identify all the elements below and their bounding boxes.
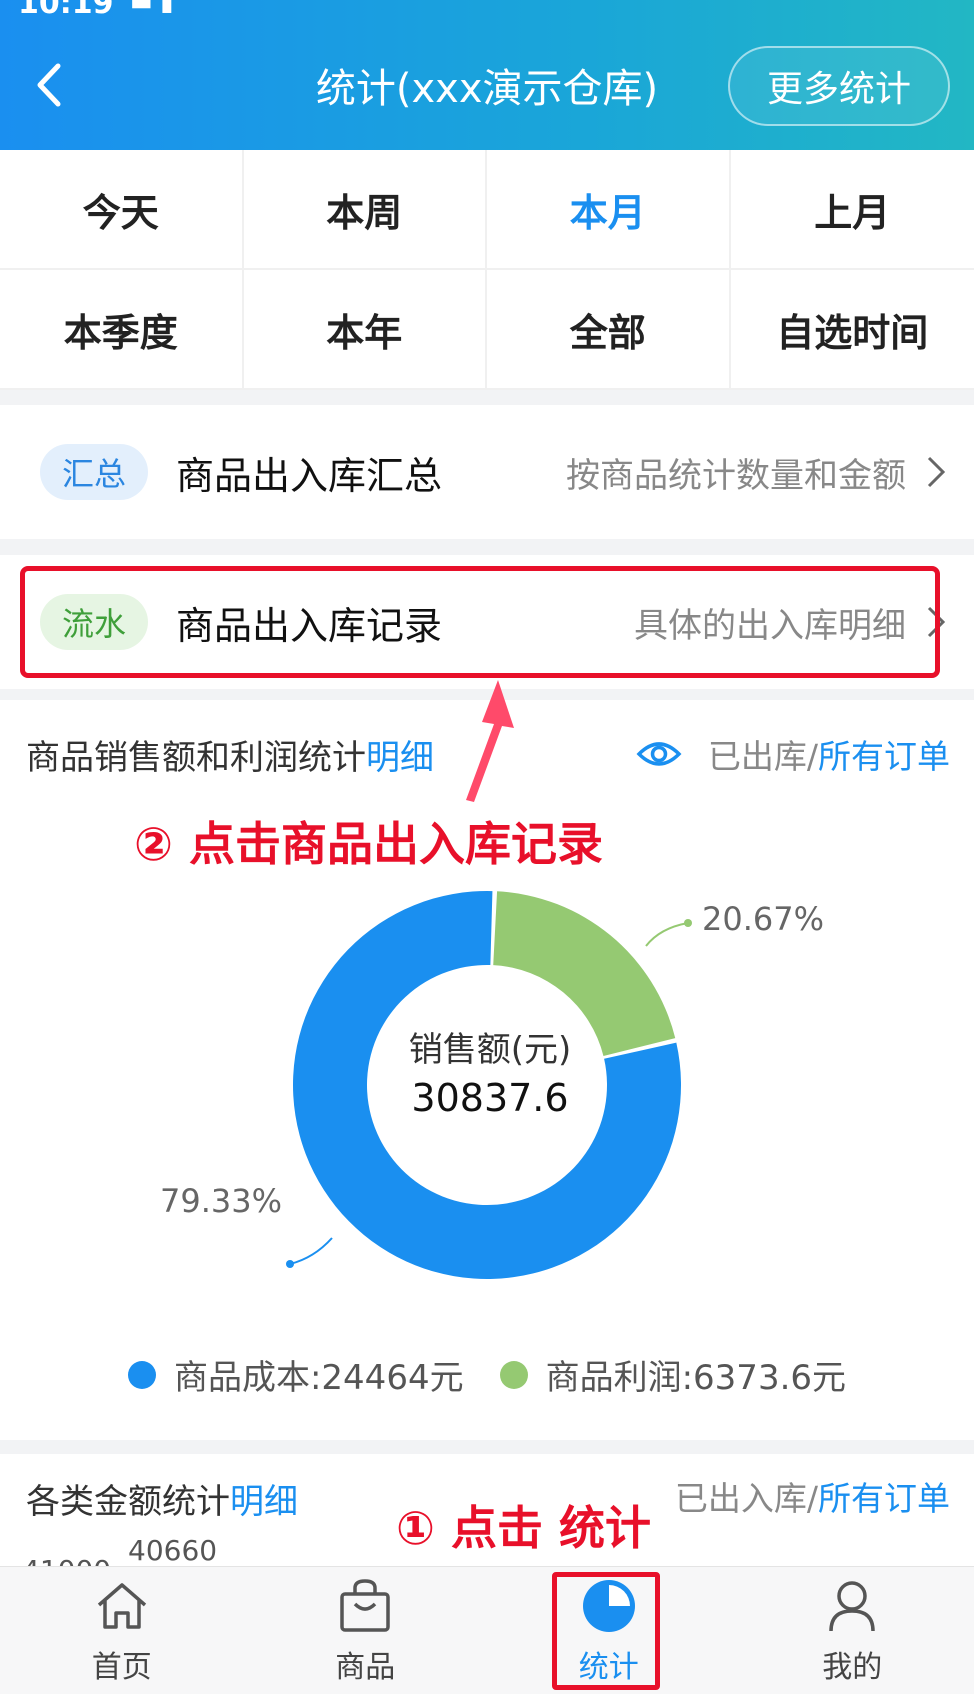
report-desc: 按商品统计数量和金额	[566, 455, 906, 496]
legend-dot-cost	[127, 1360, 156, 1389]
period-selector: 今天 本周 本月 上月 本季度 本年 全部 自选时间	[0, 150, 974, 390]
legend-dot-profit	[499, 1360, 528, 1389]
legend-cost-text: 商品成本:24464元	[173, 1358, 464, 1398]
legend-profit-text: 商品利润:6373.6元	[545, 1358, 847, 1398]
detail-link[interactable]: 明细	[366, 738, 434, 778]
bottom-nav: 首页 商品 统计 我的	[0, 1566, 974, 1694]
center-label: 销售额(元)	[408, 1030, 572, 1070]
center-value: 30837.6	[411, 1076, 569, 1120]
status-icons: ▬ ▮	[130, 0, 174, 16]
eye-icon[interactable]	[636, 738, 682, 770]
leader-line-profit	[645, 922, 689, 947]
filter-all-orders[interactable]: 所有订单	[818, 730, 950, 778]
report-title: 商品出入库汇总	[176, 453, 443, 498]
home-icon	[90, 1576, 154, 1636]
user-icon	[820, 1576, 884, 1636]
annotation-step-2: ② 点击商品出入库记录	[134, 817, 603, 871]
nav-products[interactable]: 商品	[244, 1567, 488, 1694]
cost-pct-label: 79.33%	[160, 1182, 283, 1220]
annotation-highlight-records	[20, 566, 940, 678]
period-this-quarter[interactable]: 本季度	[0, 270, 244, 390]
legend-cost[interactable]: 商品成本:24464元	[127, 1350, 464, 1399]
filter-inout[interactable]: 已出入库/	[675, 1479, 818, 1518]
legend-profit[interactable]: 商品利润:6373.6元	[499, 1350, 847, 1399]
nav-home[interactable]: 首页	[0, 1567, 244, 1694]
card2-filter-all[interactable]: 所有订单	[818, 1479, 950, 1518]
bag-icon	[333, 1576, 397, 1636]
card2-title-text: 各类金额统计	[26, 1482, 230, 1522]
report-row-summary[interactable]: 汇总 商品出入库汇总 按商品统计数量和金额	[0, 405, 974, 539]
card2-title: 各类金额统计明细	[26, 1474, 298, 1523]
period-last-month[interactable]: 上月	[730, 150, 974, 270]
chevron-right-icon	[906, 452, 966, 492]
annotation-arrow-icon	[466, 680, 514, 802]
header-bar: 10:19 ▬ ▮ 统计(xxx演示仓库) 更多统计	[0, 0, 974, 150]
order-filter: 已出库/所有订单	[636, 730, 950, 778]
bar-value-label: 40660	[128, 1534, 218, 1567]
period-this-month[interactable]: 本月	[487, 150, 731, 270]
more-stats-button[interactable]: 更多统计	[728, 46, 950, 126]
annotation-highlight-nav	[552, 1572, 660, 1690]
status-time: 10:19	[18, 0, 114, 21]
period-custom[interactable]: 自选时间	[730, 270, 974, 390]
card2-filter: 已出入库/所有订单	[675, 1472, 950, 1520]
card-title-text: 商品销售额和利润统计	[26, 738, 366, 778]
period-all[interactable]: 全部	[487, 270, 731, 390]
annotation-step-1: ① 点击 统计	[396, 1501, 651, 1555]
period-this-week[interactable]: 本周	[243, 150, 487, 270]
period-this-year[interactable]: 本年	[243, 270, 487, 390]
card2-detail-link[interactable]: 明细	[230, 1482, 298, 1522]
period-today[interactable]: 今天	[0, 150, 244, 270]
filter-outbound[interactable]: 已出库/	[708, 730, 818, 778]
leader-line-cost-dot	[286, 1260, 294, 1268]
nav-mine[interactable]: 我的	[731, 1567, 974, 1694]
summary-tag: 汇总	[40, 444, 149, 500]
leader-line-profit-dot	[684, 919, 692, 927]
nav-label: 我的	[822, 1649, 883, 1685]
nav-label: 首页	[91, 1649, 152, 1685]
leader-line-cost	[289, 1237, 333, 1265]
profit-pct-label: 20.67%	[702, 900, 825, 938]
chart-legend: 商品成本:24464元 商品利润:6373.6元	[0, 1350, 974, 1399]
card-title: 商品销售额和利润统计明细	[26, 730, 434, 779]
nav-label: 商品	[335, 1649, 396, 1685]
